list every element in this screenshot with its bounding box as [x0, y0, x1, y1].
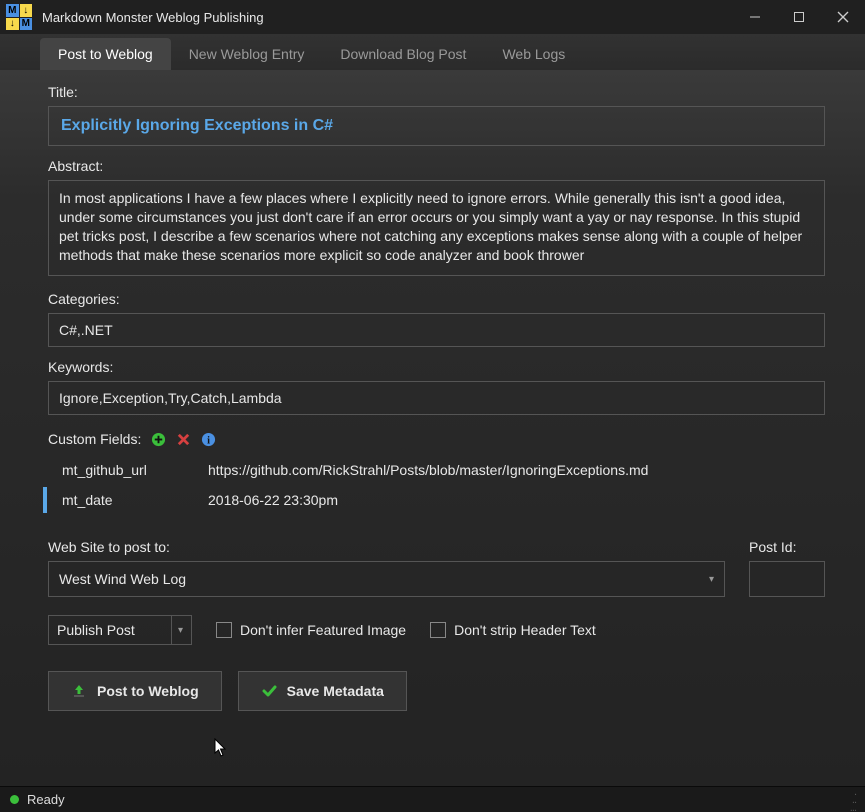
post-button-label: Post to Weblog	[97, 683, 199, 699]
custom-field-row[interactable]: mt_date 2018-06-22 23:30pm	[48, 485, 825, 515]
custom-fields-header: Custom Fields: i	[48, 431, 825, 447]
remove-custom-field-icon[interactable]	[176, 432, 191, 447]
title-label: Title:	[48, 84, 825, 100]
statusbar: Ready .. .. . .	[0, 786, 865, 812]
custom-field-name: mt_date	[48, 492, 208, 508]
chevron-down-icon: ▾	[178, 625, 183, 636]
tab-post-to-weblog[interactable]: Post to Weblog	[40, 38, 171, 70]
infer-image-checkbox-wrap[interactable]: Don't infer Featured Image	[216, 622, 406, 638]
site-select[interactable]: West Wind Web Log ▾	[48, 561, 725, 597]
postid-label: Post Id:	[749, 539, 825, 555]
custom-field-name: mt_github_url	[48, 462, 208, 478]
minimize-button[interactable]	[733, 0, 777, 34]
content-area: Title: Abstract: In most applications I …	[0, 70, 865, 786]
infer-image-checkbox[interactable]	[216, 622, 232, 638]
window: M↓↓M Markdown Monster Weblog Publishing …	[0, 0, 865, 812]
keywords-label: Keywords:	[48, 359, 825, 375]
categories-label: Categories:	[48, 291, 825, 307]
publish-mode-value: Publish Post	[57, 622, 135, 638]
custom-fields-table: mt_github_url https://github.com/RickStr…	[48, 455, 825, 515]
status-indicator-icon	[10, 795, 19, 804]
check-icon	[261, 683, 277, 699]
strip-header-checkbox[interactable]	[430, 622, 446, 638]
site-label: Web Site to post to:	[48, 539, 725, 555]
categories-input[interactable]	[48, 313, 825, 347]
postid-input[interactable]	[749, 561, 825, 597]
window-controls	[733, 0, 865, 34]
save-metadata-button[interactable]: Save Metadata	[238, 671, 407, 711]
options-row: Publish Post ▾ Don't infer Featured Imag…	[48, 615, 825, 645]
site-select-value: West Wind Web Log	[59, 571, 186, 587]
tab-download-blog-post[interactable]: Download Blog Post	[322, 38, 484, 70]
tab-new-weblog-entry[interactable]: New Weblog Entry	[171, 38, 323, 70]
window-title: Markdown Monster Weblog Publishing	[42, 10, 733, 25]
abstract-label: Abstract:	[48, 158, 825, 174]
svg-text:i: i	[207, 435, 210, 446]
strip-header-label: Don't strip Header Text	[454, 622, 596, 638]
status-text: Ready	[27, 792, 65, 807]
infer-image-label: Don't infer Featured Image	[240, 622, 406, 638]
publish-mode-select[interactable]: Publish Post ▾	[48, 615, 192, 645]
custom-field-value: https://github.com/RickStrahl/Posts/blob…	[208, 462, 825, 478]
save-button-label: Save Metadata	[287, 683, 384, 699]
add-custom-field-icon[interactable]	[151, 432, 166, 447]
title-input[interactable]	[48, 106, 825, 146]
custom-field-row[interactable]: mt_github_url https://github.com/RickStr…	[48, 455, 825, 485]
titlebar: M↓↓M Markdown Monster Weblog Publishing	[0, 0, 865, 34]
strip-header-checkbox-wrap[interactable]: Don't strip Header Text	[430, 622, 596, 638]
post-to-weblog-button[interactable]: Post to Weblog	[48, 671, 222, 711]
upload-icon	[71, 683, 87, 699]
custom-fields-label: Custom Fields:	[48, 431, 141, 447]
maximize-button[interactable]	[777, 0, 821, 34]
site-row: Web Site to post to: West Wind Web Log ▾…	[48, 539, 825, 597]
info-custom-field-icon[interactable]: i	[201, 432, 216, 447]
abstract-input[interactable]: In most applications I have a few places…	[48, 180, 825, 276]
button-row: Post to Weblog Save Metadata	[48, 671, 825, 711]
close-button[interactable]	[821, 0, 865, 34]
tabstrip: Post to Weblog New Weblog Entry Download…	[0, 34, 865, 70]
resize-grip-icon[interactable]: .. .. . .	[850, 788, 855, 812]
tab-web-logs[interactable]: Web Logs	[484, 38, 583, 70]
custom-field-value: 2018-06-22 23:30pm	[208, 492, 825, 508]
keywords-input[interactable]	[48, 381, 825, 415]
chevron-down-icon: ▾	[709, 574, 714, 585]
app-icon: M↓↓M	[6, 4, 32, 30]
